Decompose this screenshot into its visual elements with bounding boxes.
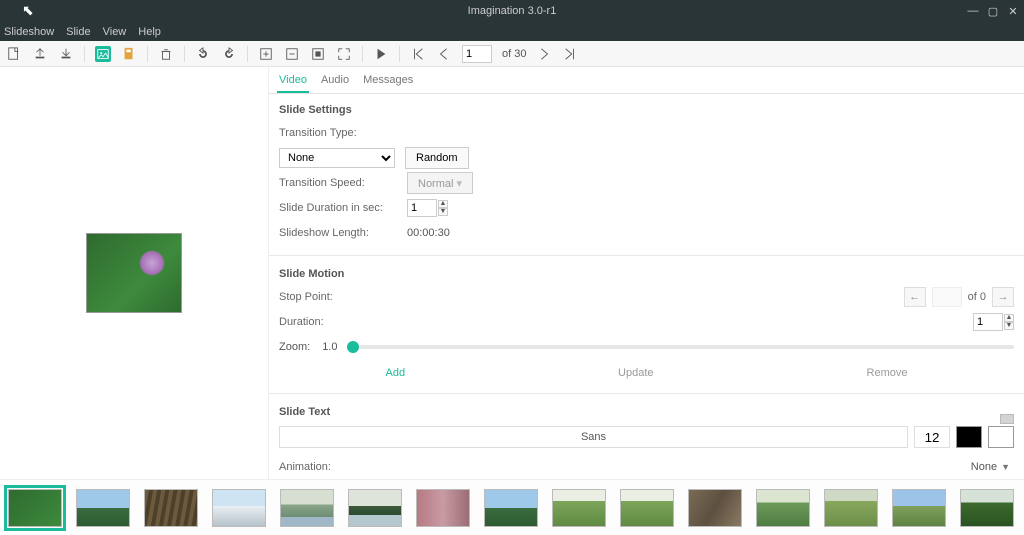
slide-text-title: Slide Text — [279, 406, 1014, 418]
thumbnail-strip — [0, 479, 1024, 535]
slide-motion-title: Slide Motion — [279, 268, 1014, 280]
motion-add-button[interactable]: Add — [385, 367, 405, 379]
spin-down-icon[interactable]: ▼ — [438, 208, 448, 216]
window-controls: — ▢ ✕ — [966, 5, 1020, 18]
slide-preview-image[interactable] — [86, 233, 182, 313]
transition-speed-select[interactable]: Normal ▾ — [407, 172, 473, 194]
thumbnail[interactable] — [280, 489, 334, 527]
slide-motion-section: Slide Motion Stop Point: ← of 0 → Durati… — [269, 258, 1024, 391]
goto-prev-icon[interactable] — [436, 46, 452, 62]
animation-label: Animation: — [279, 461, 407, 473]
thumbnail[interactable] — [416, 489, 470, 527]
slideshow-length-label: Slideshow Length: — [279, 227, 407, 239]
maximize-button[interactable]: ▢ — [986, 5, 1000, 18]
close-button[interactable]: ✕ — [1006, 5, 1020, 18]
thumbnail[interactable] — [76, 489, 130, 527]
fullscreen-icon[interactable] — [336, 46, 352, 62]
thumbnail[interactable] — [144, 489, 198, 527]
transition-type-select[interactable]: None — [279, 148, 395, 168]
menu-bar: Slideshow Slide View Help — [0, 22, 1024, 41]
minimize-button[interactable]: — — [966, 5, 980, 18]
preview-pane — [0, 67, 268, 479]
page-total-label: of 30 — [502, 48, 526, 60]
font-size-input[interactable] — [914, 426, 950, 448]
spin-up-icon[interactable]: ▲ — [438, 200, 448, 208]
save-icon[interactable] — [58, 46, 74, 62]
thumbnail[interactable] — [620, 489, 674, 527]
goto-next-icon[interactable] — [536, 46, 552, 62]
properties-panel: Video Audio Messages Slide Settings Tran… — [268, 67, 1024, 479]
menu-slide[interactable]: Slide — [66, 26, 90, 38]
tab-video[interactable]: Video — [277, 71, 309, 93]
goto-last-icon[interactable] — [562, 46, 578, 62]
thumbnail[interactable] — [688, 489, 742, 527]
menu-slideshow[interactable]: Slideshow — [4, 26, 54, 38]
slide-settings-title: Slide Settings — [279, 104, 1014, 116]
page-number-input[interactable] — [462, 45, 492, 63]
thumbnail[interactable] — [348, 489, 402, 527]
new-slideshow-icon[interactable] — [6, 46, 22, 62]
motion-update-button[interactable]: Update — [618, 367, 653, 379]
zoom-fit-icon[interactable] — [310, 46, 326, 62]
thumbnail[interactable] — [756, 489, 810, 527]
text-scrollbar-thumb[interactable] — [1000, 414, 1014, 424]
toolbar: of 30 — [0, 41, 1024, 67]
window-title: Imagination 3.0-r1 — [468, 5, 557, 17]
motion-duration-spinner[interactable]: ▲▼ — [973, 313, 1014, 331]
random-button[interactable]: Random — [405, 147, 469, 169]
stop-point-of: of 0 — [968, 291, 986, 303]
animation-select[interactable]: None▼ — [971, 461, 1014, 473]
zoom-value: 1.0 — [322, 341, 337, 353]
slide-duration-spinner[interactable]: ▲▼ — [407, 199, 448, 217]
zoom-slider-thumb[interactable] — [347, 341, 359, 353]
menu-view[interactable]: View — [103, 26, 127, 38]
font-family-select[interactable]: Sans — [279, 426, 908, 448]
cursor-icon: ⬉ — [22, 2, 34, 19]
stop-point-value — [932, 287, 962, 307]
open-icon[interactable] — [32, 46, 48, 62]
play-icon[interactable] — [373, 46, 389, 62]
text-bg-color-swatch[interactable] — [988, 426, 1014, 448]
rotate-left-icon[interactable] — [195, 46, 211, 62]
slide-settings-section: Slide Settings Transition Type: None Ran… — [269, 94, 1024, 253]
slide-duration-label: Slide Duration in sec: — [279, 202, 407, 214]
zoom-slider[interactable] — [347, 345, 1014, 349]
stop-point-prev-icon[interactable]: ← — [904, 287, 926, 307]
menu-help[interactable]: Help — [138, 26, 161, 38]
stop-point-label: Stop Point: — [279, 291, 407, 303]
delete-icon[interactable] — [158, 46, 174, 62]
stop-point-next-icon[interactable]: → — [992, 287, 1014, 307]
zoom-in-icon[interactable] — [258, 46, 274, 62]
text-color-swatch[interactable] — [956, 426, 982, 448]
rotate-right-icon[interactable] — [221, 46, 237, 62]
tab-messages[interactable]: Messages — [361, 71, 415, 93]
thumbnail[interactable] — [960, 489, 1014, 527]
import-image-icon[interactable] — [95, 46, 111, 62]
import-audio-icon[interactable] — [121, 46, 137, 62]
motion-duration-label: Duration: — [279, 316, 407, 328]
goto-first-icon[interactable] — [410, 46, 426, 62]
thumbnail[interactable] — [8, 489, 62, 527]
transition-speed-label: Transition Speed: — [279, 177, 407, 189]
zoom-out-icon[interactable] — [284, 46, 300, 62]
thumbnail[interactable] — [892, 489, 946, 527]
transition-type-label: Transition Type: — [279, 127, 407, 139]
title-bar: ⬉ Imagination 3.0-r1 — ▢ ✕ — [0, 0, 1024, 22]
slide-text-section: Slide Text — [269, 396, 1024, 426]
thumbnail[interactable] — [552, 489, 606, 527]
zoom-label: Zoom: — [279, 341, 310, 353]
slideshow-length-value: 00:00:30 — [407, 227, 450, 239]
motion-remove-button[interactable]: Remove — [867, 367, 908, 379]
thumbnail[interactable] — [484, 489, 538, 527]
thumbnail[interactable] — [824, 489, 878, 527]
thumbnail[interactable] — [212, 489, 266, 527]
tab-audio[interactable]: Audio — [319, 71, 351, 93]
property-tabs: Video Audio Messages — [269, 67, 1024, 94]
